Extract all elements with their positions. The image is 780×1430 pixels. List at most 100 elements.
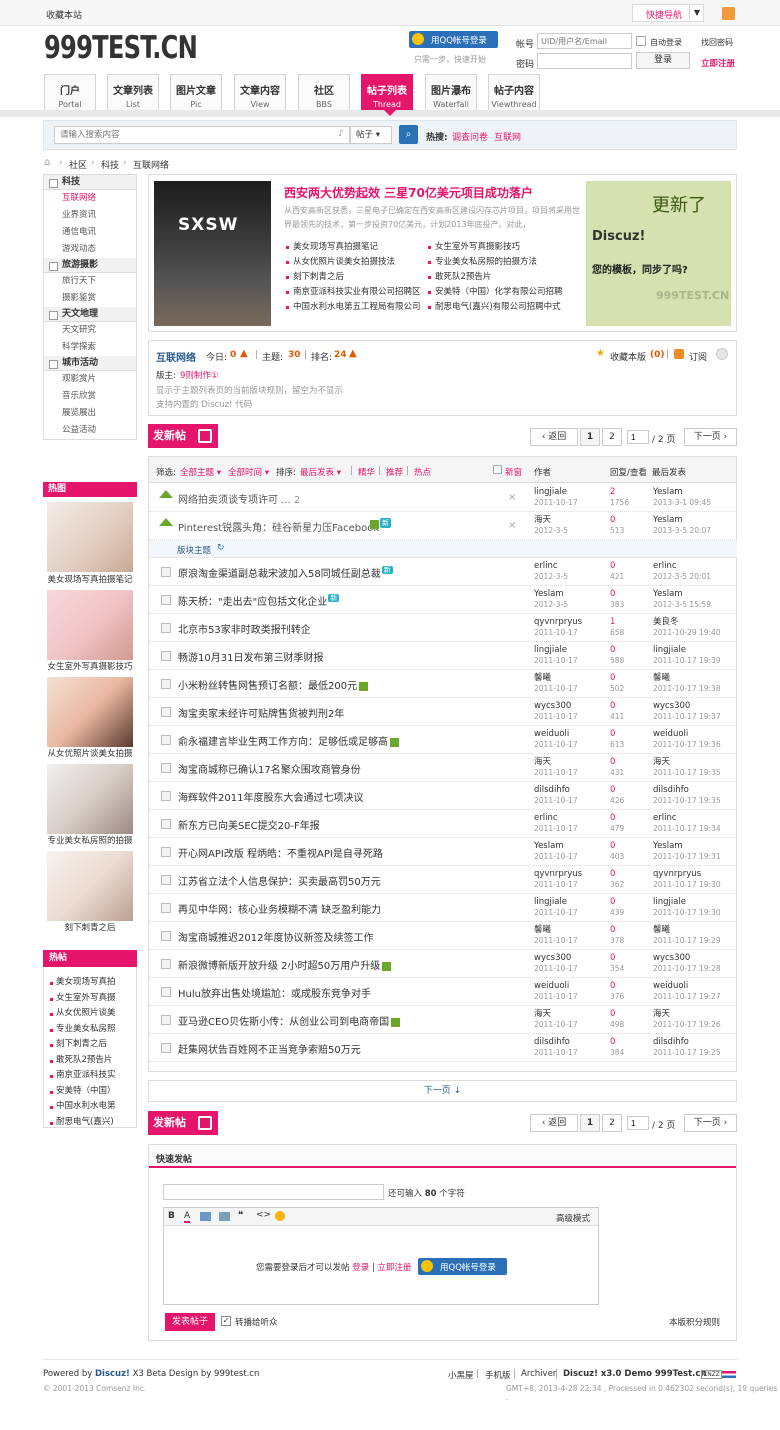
table-row[interactable]: 俞永福建言毕业生两工作方向：足够低或足够高 weiduoli 2011-10-17 0… xyxy=(149,726,737,754)
thread-author[interactable]: erlinc 2011-10-17 xyxy=(534,812,578,833)
thread-author[interactable]: dilsdihfo 2011-10-17 xyxy=(534,1036,578,1057)
thread-title[interactable]: 原浪淘金渠道副总裁宋波加入58同城任副总裁新 xyxy=(178,565,393,580)
feature-link[interactable]: 南京亚派科技实业有限公司招聘区 xyxy=(284,285,430,300)
hot-post-link[interactable]: 敢死队2预告片 xyxy=(48,1053,136,1069)
new-window-checkbox[interactable] xyxy=(493,465,502,474)
sidebar-item[interactable]: 音乐欣赏 xyxy=(44,388,136,405)
refresh-icon[interactable]: ↻ xyxy=(217,543,225,553)
thread-title[interactable]: 海辉软件2011年度股东大会通过七项决议 xyxy=(178,789,363,804)
qq-login-button[interactable]: 用QQ帐号登录 xyxy=(409,31,498,48)
feature-link[interactable]: 耐思电气(嘉兴)有限公司招聘中式 xyxy=(426,300,584,315)
feature-link[interactable]: 刻下刺青之后 xyxy=(284,270,430,285)
tip-register-link[interactable]: 立即注册 xyxy=(378,1263,412,1273)
close-icon[interactable]: × xyxy=(508,520,516,531)
bold-icon[interactable]: B xyxy=(168,1211,175,1221)
feature-image[interactable]: SXSW xyxy=(154,181,271,326)
last-post[interactable]: Yeslam 2013-3-5 20:07 xyxy=(653,514,711,535)
thread-author[interactable]: 海天 2011-10-17 xyxy=(534,756,578,777)
last-post[interactable]: lingjiale 2011-10-17 19:30 xyxy=(653,896,721,917)
hot-post-link[interactable]: 刻下刺青之后 xyxy=(48,1037,136,1053)
digest-filter[interactable]: 精华 xyxy=(358,466,375,478)
sidebar-group-head[interactable]: 旅游摄影 xyxy=(44,258,136,273)
last-post[interactable]: wycs300 2011-10-17 19:28 xyxy=(653,952,721,973)
feature-link[interactable]: 从女优照片谈美女拍摄技法 xyxy=(284,255,430,270)
password-input[interactable] xyxy=(537,53,632,69)
feature-link[interactable]: 专业美女私房照的拍摄方法 xyxy=(426,255,584,270)
hot-pic-caption[interactable]: 专业美女私房照的拍摄 xyxy=(43,834,137,846)
thread-title[interactable]: 淘宝商城称已确认17名聚众围攻商管身份 xyxy=(178,761,361,776)
image-icon[interactable] xyxy=(200,1212,211,1221)
logo[interactable]: 999TEST.CN xyxy=(44,30,198,66)
thread-author[interactable]: lingjiale 2011-10-17 xyxy=(534,644,578,665)
thread-author[interactable]: wycs300 2011-10-17 xyxy=(534,700,578,721)
sidebar-item[interactable]: 天文研究 xyxy=(44,322,136,339)
table-row[interactable]: 亚马逊CEO贝佐斯小传：从创业公司到电商帝国 海天 2011-10-17 0 498 海天… xyxy=(149,1006,737,1034)
thread-title[interactable]: Pinterest锐露头角：硅谷新星力压Facebook xyxy=(178,519,379,534)
table-row[interactable]: 新浪微博新版开放升级 2小时超50万用户升级 wycs300 2011-10-17 0… xyxy=(149,950,737,978)
hot-pic-caption[interactable]: 刻下刺青之后 xyxy=(43,921,137,933)
thread-title[interactable]: Hulu放弃出售处境尴尬：或成股东竞争对手 xyxy=(178,985,371,1000)
sidebar-item[interactable]: 旅行天下 xyxy=(44,273,136,290)
hot-post-link[interactable]: 中国水利水电第 xyxy=(48,1099,136,1115)
footer-link[interactable]: Archiver xyxy=(521,1369,556,1379)
table-row[interactable]: 淘宝商城称已确认17名聚众围攻商管身份 海天 2011-10-17 0 431 海天 201… xyxy=(149,754,737,782)
thread-author[interactable]: 馨曦 2011-10-17 xyxy=(534,924,578,945)
filter-all-dropdown[interactable]: 全部主题 ▾ xyxy=(180,466,221,478)
feature-link[interactable]: 安美特（中国）化学有限公司招聘 xyxy=(426,285,584,300)
search-type-select[interactable]: 帖子 ▾ xyxy=(350,126,392,144)
hot-pic-thumb[interactable] xyxy=(47,851,133,921)
sort-dropdown[interactable]: 最后发表 ▾ xyxy=(300,466,341,478)
last-post[interactable]: Yeslam 2011-10-17 19:31 xyxy=(653,840,721,861)
feature-link[interactable]: 中国水利水电第五工程局有限公司 xyxy=(284,300,430,315)
breadcrumb-item[interactable]: 互联网络 xyxy=(133,158,169,171)
hot-post-link[interactable]: 从女优照片谈美 xyxy=(48,1006,136,1022)
hot-pic-thumb[interactable] xyxy=(47,677,133,747)
footer-link[interactable]: 手机版 xyxy=(485,1369,511,1381)
last-post[interactable]: wycs300 2011-10-17 19:37 xyxy=(653,700,721,721)
thread-author[interactable]: Yeslam 2012-3-5 xyxy=(534,588,568,609)
rss-link[interactable]: 订阅 xyxy=(689,350,707,363)
last-post[interactable]: 美良冬 2011-10-29 19:40 xyxy=(653,616,721,637)
hot-pic-caption[interactable]: 女生室外写真摄影技巧 xyxy=(43,660,137,672)
hot-filter[interactable]: 热点 xyxy=(414,466,431,478)
thread-author[interactable]: lingjiale 2011-10-17 xyxy=(534,896,578,917)
page-1-button[interactable]: 1 xyxy=(580,1114,600,1132)
feature-link[interactable]: 美女现场写真拍摄笔记 xyxy=(284,240,430,255)
hot-pic-thumb[interactable] xyxy=(47,590,133,660)
sidebar-item[interactable]: 展览展出 xyxy=(44,405,136,422)
thread-author[interactable]: weiduoli 2011-10-17 xyxy=(534,980,578,1001)
thread-author[interactable]: 海天 2011-10-17 xyxy=(534,1008,578,1029)
hot-search-link[interactable]: 调查问卷 xyxy=(452,130,488,143)
table-row[interactable]: 开心网API改版 程炳皓：不重视API是自寻死路 Yeslam 2011-10-17… xyxy=(149,838,737,866)
last-post[interactable]: Yeslam 2013-3-1 09:45 xyxy=(653,486,711,507)
favorite-link[interactable]: 收藏本站 xyxy=(46,8,82,21)
sidebar-group-head[interactable]: 城市活动 xyxy=(44,356,136,371)
search-input[interactable] xyxy=(54,126,350,144)
font-color-icon[interactable]: A xyxy=(184,1211,191,1223)
last-post[interactable]: qyvnrpryus 2011-10-17 19:30 xyxy=(653,868,721,889)
last-post[interactable]: 海天 2011-10-17 19:35 xyxy=(653,756,721,777)
quote-icon[interactable]: ❝ xyxy=(238,1210,243,1221)
sidebar-group-head[interactable]: 天文地理 xyxy=(44,307,136,322)
login-button[interactable]: 登录 xyxy=(636,52,690,69)
footer-link[interactable]: 小黑屋 xyxy=(448,1369,474,1381)
hot-pic-thumb[interactable] xyxy=(47,764,133,834)
thread-title[interactable]: 俞永福建言毕业生两工作方向：足够低或足够高 xyxy=(178,733,399,748)
tab-list[interactable]: 文章列表 List xyxy=(107,74,159,110)
thread-title[interactable]: 网络拍卖须谈专项许可 ... 2 xyxy=(178,491,300,506)
feature-headline[interactable]: 西安两大优势起效 三星70亿美元项目成功落户 xyxy=(284,184,533,201)
thread-title[interactable]: 赶集网状告百姓网不正当竞争索赔50万元 xyxy=(178,1041,361,1056)
hot-post-link[interactable]: 南京亚派科技实 xyxy=(48,1068,136,1084)
thread-title[interactable]: 淘宝卖家未经许可贴牌售货被判刑2年 xyxy=(178,705,344,720)
cnzz-badge[interactable]: CNZZ xyxy=(701,1370,722,1379)
sync-checkbox[interactable]: ✓ xyxy=(221,1316,231,1326)
tab-pic[interactable]: 图片文章 Pic xyxy=(170,74,222,110)
thread-author[interactable]: qyvnrpryus 2011-10-17 xyxy=(534,616,582,637)
page-2-button[interactable]: 2 xyxy=(602,428,622,446)
hot-post-link[interactable]: 耐思电气(嘉兴) xyxy=(48,1115,136,1131)
last-post[interactable]: weiduoli 2011-10-17 19:36 xyxy=(653,728,721,749)
sidebar-item[interactable]: 摄影鉴赏 xyxy=(44,290,136,307)
footer-demo[interactable]: Discuz! x3.0 Demo 999Test.cn xyxy=(563,1369,707,1379)
thread-author[interactable]: 馨曦 2011-10-17 xyxy=(534,672,578,693)
thread-title[interactable]: 陈天桥："走出去"应包括文化企业新 xyxy=(178,593,340,608)
